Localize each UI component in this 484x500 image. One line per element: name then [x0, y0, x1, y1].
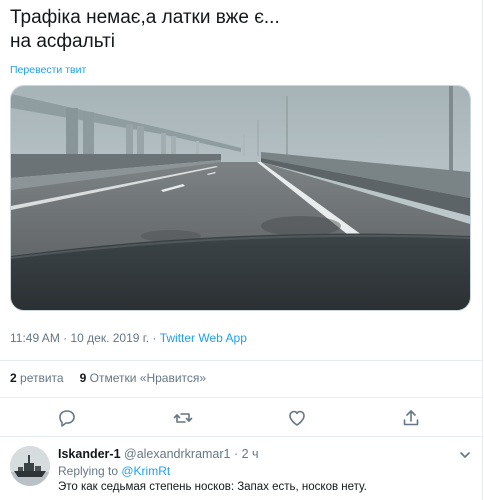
retweets-count: 2 [10, 371, 17, 385]
reply-author-name[interactable]: Iskander-1 [58, 447, 121, 461]
warship-avatar-icon [10, 446, 50, 486]
reply-tweet[interactable]: Iskander-1 @alexandrkramar1 · 2 ч Replyi… [0, 438, 482, 500]
replying-prefix: Replying to [58, 464, 122, 478]
meta-separator: · [149, 331, 160, 345]
tweet-stats: 2 ретвита 9 Отметки «Нравится» [10, 371, 206, 385]
tweet-date[interactable]: 10 дек. 2019 г. [70, 331, 149, 345]
reply-text: Это как седьмая степень носков: Запах ес… [58, 481, 367, 493]
reply-icon[interactable] [57, 408, 77, 428]
retweets-stat[interactable]: 2 ретвита [10, 371, 64, 385]
divider [0, 436, 482, 437]
reply-header: Iskander-1 @alexandrkramar1 · 2 ч [58, 447, 259, 461]
tweet-time[interactable]: 11:49 AM [10, 331, 60, 345]
like-icon[interactable] [287, 408, 307, 428]
reply-author-handle[interactable]: @alexandrkramar1 [124, 447, 230, 461]
tweet-meta: 11:49 AM · 10 дек. 2019 г. · Twitter Web… [10, 331, 247, 345]
tweet-actions [0, 400, 482, 436]
divider [0, 360, 482, 361]
divider [0, 397, 482, 398]
tweet-photo[interactable] [10, 85, 471, 311]
bridge-highway-photo [11, 86, 470, 310]
tweet-source-link[interactable]: Twitter Web App [160, 331, 247, 345]
tweet-text: Трафіка немає,а латки вже є... на асфаль… [10, 7, 280, 52]
replying-to-link[interactable]: @KrimRt [121, 464, 170, 478]
tweet-detail: Трафіка немає,а латки вже є... на асфаль… [0, 0, 483, 500]
meta-separator: · [59, 331, 71, 345]
likes-stat[interactable]: 9 Отметки «Нравится» [80, 371, 206, 385]
retweet-icon[interactable] [173, 408, 193, 428]
likes-label: Отметки «Нравится» [89, 371, 207, 385]
translate-tweet-link[interactable]: Перевести твит [10, 64, 86, 76]
share-icon[interactable] [401, 408, 421, 428]
reply-time[interactable]: 2 ч [242, 447, 259, 461]
chevron-down-icon[interactable] [458, 448, 472, 462]
replying-to: Replying to @KrimRt [58, 464, 170, 478]
reply-separator: · [230, 447, 242, 461]
avatar[interactable] [10, 446, 50, 486]
retweets-label: ретвита [20, 371, 64, 385]
likes-count: 9 [79, 371, 87, 385]
